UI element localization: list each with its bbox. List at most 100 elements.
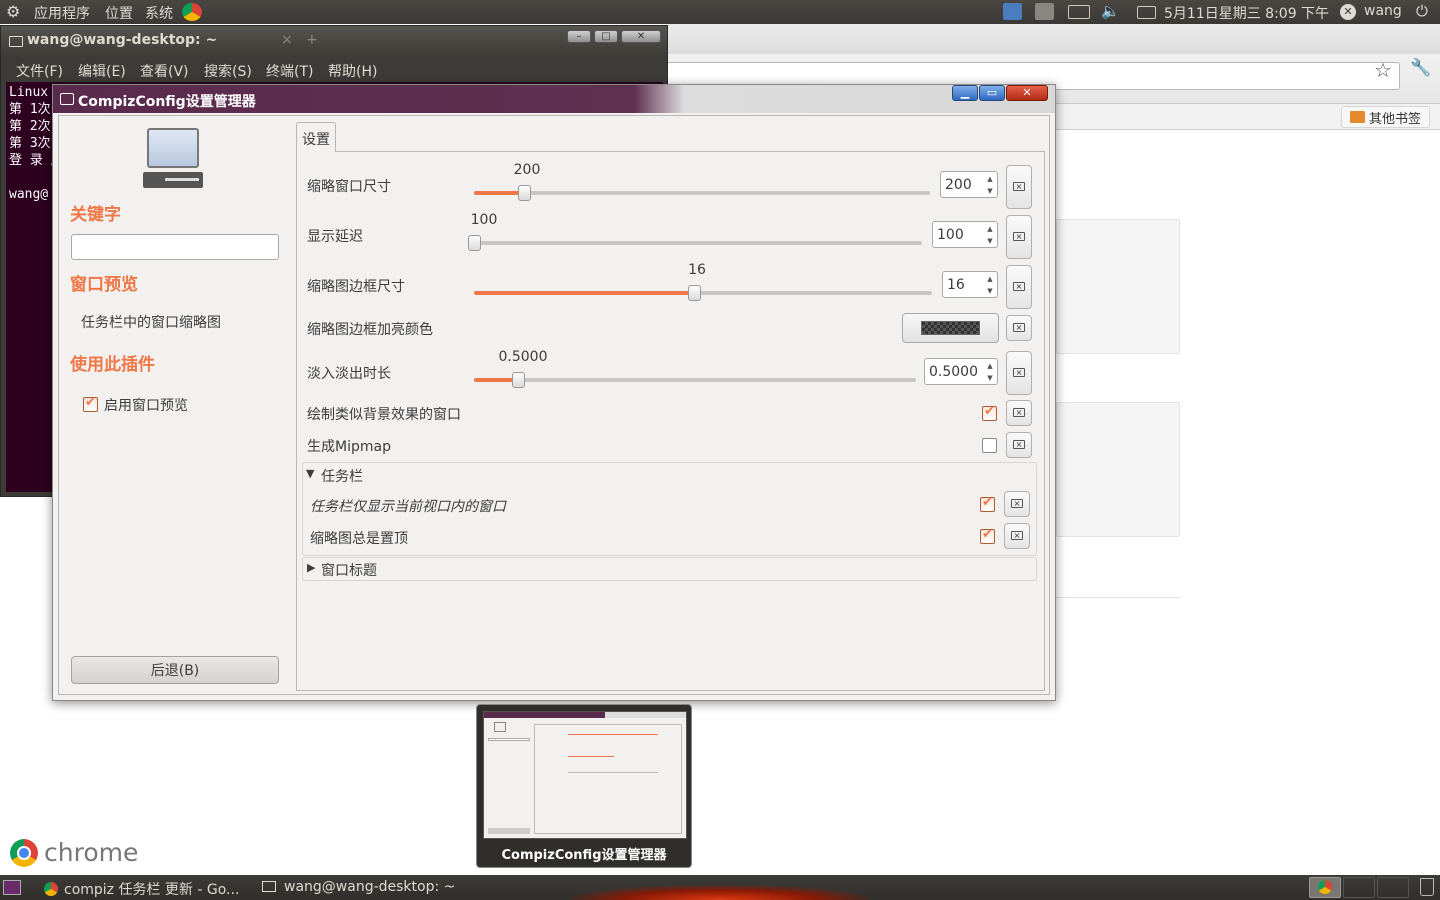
spin-down-icon[interactable]: ▼ [983, 285, 997, 297]
keyword-search-input[interactable] [71, 234, 279, 260]
other-bookmarks-button[interactable]: 其他书签 [1340, 106, 1430, 128]
current-viewport-checkbox[interactable] [980, 495, 995, 512]
slider-handle[interactable] [512, 372, 525, 388]
compiz-titlebar[interactable]: CompizConfig设置管理器 [53, 85, 1055, 113]
current-viewport-reset-button[interactable]: × [1004, 491, 1030, 517]
minimize-button[interactable]: – [567, 30, 591, 43]
task-chrome[interactable]: compiz 任务栏 更新 - Go... [38, 876, 248, 899]
slider-fill [474, 191, 524, 195]
mail-icon[interactable] [1137, 6, 1156, 19]
volume-icon[interactable]: 🔈 [1101, 2, 1120, 20]
border-color-label: 缩略图边框加亮颜色 [307, 322, 433, 338]
slider-fill [474, 291, 694, 295]
clear-icon: × [1011, 531, 1023, 540]
always-on-top-reset-button[interactable]: × [1004, 523, 1030, 549]
user-name[interactable]: wang [1364, 3, 1402, 19]
border-size-slider[interactable] [474, 285, 932, 301]
border-size-reset-button[interactable]: × [1006, 265, 1032, 309]
border-size-spinbox[interactable]: 16 ▲ ▼ [942, 271, 998, 298]
border-color-reset-button[interactable]: × [1006, 315, 1032, 341]
top-panel: ⚙ 应用程序 位置 系统 🔈 5月11日星期三 8:09 下午 ✕ wang ⏻ [0, 0, 1440, 24]
menu-places[interactable]: 位置 [105, 3, 133, 23]
tab-settings[interactable]: 设置 [296, 122, 336, 152]
show-delay-reset-button[interactable]: × [1006, 215, 1032, 259]
chrome-launcher-icon[interactable] [182, 3, 202, 21]
power-icon[interactable]: ⏻ [1416, 2, 1428, 20]
maximize-button[interactable]: ▭ [979, 85, 1005, 101]
expander-open-icon[interactable]: ▼ [306, 467, 314, 480]
terminal-menu-terminal[interactable]: 终端(T) [266, 61, 313, 81]
spin-down-icon[interactable]: ▼ [983, 235, 997, 247]
menu-applications[interactable]: 应用程序 [34, 3, 90, 23]
slider-handle[interactable] [688, 285, 701, 301]
window-title-group[interactable]: ▶ 窗口标题 [302, 557, 1037, 581]
draw-bg-checkbox[interactable] [982, 404, 997, 421]
ubuntu-logo-icon[interactable]: ⚙ [6, 2, 20, 21]
draw-bg-reset-button[interactable]: × [1006, 400, 1032, 426]
wrench-icon[interactable]: 🔧 [1410, 58, 1431, 78]
show-delay-slider-value: 100 [470, 212, 498, 228]
terminal-menu-search[interactable]: 搜索(S) [204, 61, 252, 81]
show-delay-spinbox[interactable]: 100 ▲ ▼ [932, 221, 998, 248]
workspace-chrome-icon [1318, 880, 1332, 894]
enable-plugin-checkbox[interactable] [83, 395, 98, 412]
close-button[interactable]: ✕ [1006, 85, 1048, 101]
bottom-panel: compiz 任务栏 更新 - Go... wang@wang-desktop:… [0, 875, 1440, 900]
show-delay-slider[interactable] [468, 235, 922, 251]
minimize-button[interactable]: ▁ [952, 85, 978, 101]
taskbar-group-label[interactable]: 任务栏 [321, 466, 363, 486]
task-terminal[interactable]: wang@wang-desktop: ~ [256, 876, 471, 899]
fade-time-reset-button[interactable]: × [1006, 351, 1032, 395]
network-icon[interactable] [1003, 3, 1022, 20]
thumb-size-spinbox[interactable]: 200 ▲ ▼ [940, 171, 998, 198]
color-picker-button[interactable] [902, 313, 999, 343]
terminal-menu-file[interactable]: 文件(F) [16, 61, 63, 81]
slider-handle[interactable] [518, 185, 531, 201]
new-tab-icon[interactable]: + [306, 32, 318, 48]
terminal-menu-edit[interactable]: 编辑(E) [78, 61, 126, 81]
show-desktop-icon[interactable] [3, 880, 21, 895]
mipmap-checkbox[interactable] [982, 438, 997, 453]
terminal-menubar: 文件(F) 编辑(E) 查看(V) 搜索(S) 终端(T) 帮助(H) [6, 57, 663, 82]
folder-icon [1349, 111, 1365, 123]
tab-close-icon[interactable]: × [281, 32, 293, 48]
fade-time-slider[interactable] [474, 372, 916, 388]
maximize-button[interactable]: □ [594, 30, 618, 43]
always-on-top-checkbox[interactable] [980, 527, 995, 544]
workspace-3[interactable] [1377, 877, 1409, 898]
clock[interactable]: 5月11日星期三 8:09 下午 [1164, 3, 1329, 23]
terminal-menu-view[interactable]: 查看(V) [140, 61, 189, 81]
chrome-card [1056, 219, 1180, 354]
window-title-group-label[interactable]: 窗口标题 [321, 560, 377, 580]
plugin-icon [143, 128, 203, 190]
star-icon[interactable]: ☆ [1374, 58, 1392, 82]
keyboard-icon[interactable] [1068, 5, 1090, 19]
spin-up-icon[interactable]: ▲ [983, 223, 997, 235]
notes-icon[interactable] [1035, 3, 1054, 20]
spin-up-icon[interactable]: ▲ [983, 173, 997, 185]
terminal-menu-help[interactable]: 帮助(H) [328, 61, 377, 81]
spin-down-icon[interactable]: ▼ [983, 185, 997, 197]
plugin-description: 任务栏中的窗口缩略图 [81, 315, 221, 331]
spin-up-icon[interactable]: ▲ [983, 273, 997, 285]
slider-handle[interactable] [468, 235, 481, 251]
expander-closed-icon[interactable]: ▶ [307, 561, 315, 574]
enable-plugin-label[interactable]: 启用窗口预览 [104, 395, 188, 415]
thumb-size-slider[interactable] [474, 185, 930, 201]
user-status-icon[interactable]: ✕ [1340, 4, 1356, 20]
clear-icon: × [1013, 282, 1025, 291]
back-button[interactable]: 后退(B) [71, 656, 279, 684]
window-preview-popup[interactable]: CompizConfig设置管理器 [476, 704, 692, 868]
spin-down-icon[interactable]: ▼ [983, 372, 997, 384]
terminal-titlebar[interactable]: wang@wang-desktop: ~ × + – □ ✕ [1, 26, 667, 56]
spin-up-icon[interactable]: ▲ [983, 360, 997, 372]
mipmap-reset-button[interactable]: × [1006, 432, 1032, 458]
workspace-2[interactable] [1343, 877, 1375, 898]
divider [1056, 597, 1180, 598]
fade-time-spinbox[interactable]: 0.5000 ▲ ▼ [924, 358, 998, 385]
thumb-size-reset-button[interactable]: × [1006, 165, 1032, 209]
close-button[interactable]: ✕ [621, 30, 661, 43]
trash-icon[interactable] [1420, 878, 1434, 896]
menu-system[interactable]: 系统 [145, 3, 173, 23]
thumb-size-slider-value: 200 [513, 162, 541, 178]
